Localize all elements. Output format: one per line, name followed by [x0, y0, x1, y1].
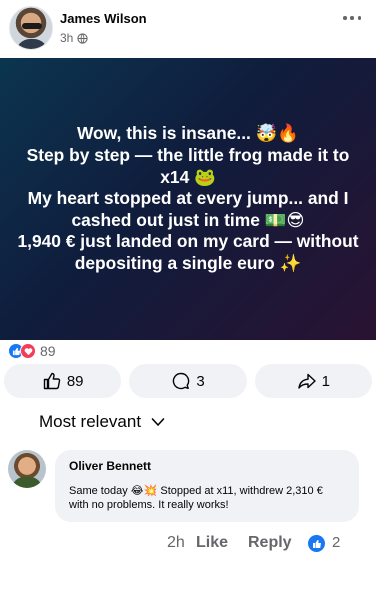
commenter-avatar[interactable]: [8, 450, 46, 488]
comment-like-button[interactable]: Like: [196, 534, 228, 552]
comments-sort-dropdown[interactable]: Most relevant: [39, 412, 165, 432]
commenter-avatar-shirt: [12, 477, 42, 488]
sort-label: Most relevant: [39, 412, 142, 431]
post-meta: 3h: [60, 31, 88, 45]
comment-reply-button[interactable]: Reply: [248, 534, 292, 552]
like-button[interactable]: 89: [4, 364, 122, 398]
comment-count: 3: [196, 372, 205, 390]
post-content-card: Wow, this is insane... 🤯🔥 Step by step —…: [0, 58, 376, 340]
comment-bubble: Oliver Bennett Same today 😂💥 Stopped at …: [55, 450, 359, 522]
share-count: 1: [321, 372, 330, 390]
author-name[interactable]: James Wilson: [60, 11, 147, 26]
chevron-down-icon: [151, 418, 165, 427]
like-count: 89: [66, 372, 84, 390]
avatar-shirt: [16, 39, 48, 49]
author-avatar[interactable]: [9, 6, 53, 50]
post-text: Wow, this is insane... 🤯🔥 Step by step —…: [17, 123, 359, 273]
comment-button[interactable]: 3: [129, 364, 247, 398]
love-reaction-icon: [20, 343, 36, 359]
comment-like-reaction-icon: [308, 535, 325, 552]
comment-actions: 2h Like Reply 2: [0, 533, 376, 555]
commenter-name[interactable]: Oliver Bennett: [69, 459, 345, 473]
globe-icon: [77, 32, 88, 44]
reaction-count: 89: [40, 343, 56, 359]
reactions-summary[interactable]: 89: [8, 343, 56, 359]
comment-bubble-icon: [173, 372, 190, 390]
more-options-icon[interactable]: [340, 8, 364, 28]
thumbs-up-icon: [43, 372, 61, 390]
comment-text: Same today 😂💥 Stopped at x11, withdrew 2…: [69, 485, 323, 511]
action-bar: 89 3 1: [4, 364, 372, 400]
sunglasses-decoration: [22, 23, 42, 29]
share-button[interactable]: 1: [254, 364, 372, 398]
comment-like-count: 2: [332, 534, 341, 551]
post-time: 3h: [60, 31, 74, 45]
reaction-icons: [8, 343, 36, 359]
share-arrow-icon: [297, 373, 316, 389]
comment-time: 2h: [167, 534, 185, 551]
post-header: James Wilson 3h: [0, 0, 376, 58]
